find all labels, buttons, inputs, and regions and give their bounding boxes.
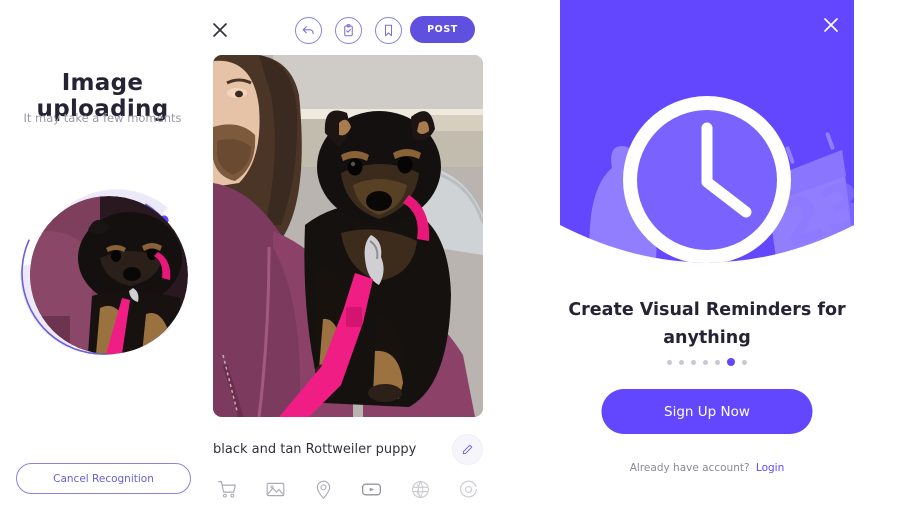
- onboarding-panel: 23 Create Visual Reminders for anything …: [510, 0, 904, 512]
- bookmark-icon[interactable]: [375, 17, 402, 44]
- post-toolbar: POST: [205, 0, 510, 56]
- pagination-dot[interactable]: [667, 359, 672, 365]
- post-photo[interactable]: [213, 55, 483, 417]
- edit-caption-button[interactable]: [452, 433, 483, 465]
- app-root: Image uploading It may take a few moment…: [0, 0, 904, 512]
- pagination-dot[interactable]: [742, 359, 747, 365]
- post-panel: POST black and tan Rottweiler puppy: [205, 0, 510, 512]
- close-icon[interactable]: [210, 20, 230, 40]
- post-button-label: POST: [427, 24, 458, 35]
- pagination-dot[interactable]: [703, 359, 708, 365]
- cancel-recognition-button[interactable]: Cancel Recognition: [16, 463, 191, 494]
- video-icon[interactable]: [360, 478, 383, 505]
- pencil-icon: [462, 444, 473, 454]
- pagination-dot[interactable]: [715, 359, 720, 365]
- pagination-dot[interactable]: [679, 359, 684, 365]
- undo-icon[interactable]: [295, 17, 322, 44]
- globe-icon[interactable]: [410, 479, 431, 504]
- login-prompt-text: Already have account?: [629, 462, 750, 474]
- post-button[interactable]: POST: [410, 16, 475, 43]
- onboarding-hero: 23: [560, 0, 854, 285]
- upload-progress-ring: [8, 178, 198, 368]
- post-tools-row: [213, 474, 483, 508]
- login-row: Already have account? Login: [510, 462, 904, 474]
- signup-button[interactable]: Sign Up Now: [601, 389, 813, 434]
- pagination-dots: [510, 358, 904, 366]
- upload-panel: Image uploading It may take a few moment…: [0, 0, 205, 512]
- cancel-recognition-label: Cancel Recognition: [53, 472, 154, 485]
- caption-text: black and tan Rottweiler puppy: [213, 441, 417, 457]
- post-action-icons: [295, 17, 402, 44]
- caption-row: black and tan Rottweiler puppy: [213, 428, 483, 470]
- clipboard-check-icon[interactable]: [335, 17, 362, 44]
- close-icon[interactable]: [822, 16, 840, 34]
- alarm-clock-illustration: 23: [560, 0, 854, 263]
- camera-icon[interactable]: [458, 479, 479, 504]
- upload-thumbnail: [30, 196, 188, 354]
- cart-icon[interactable]: [217, 479, 238, 504]
- pagination-dot-active[interactable]: [727, 358, 735, 366]
- pagination-dot[interactable]: [691, 359, 696, 365]
- signup-button-label: Sign Up Now: [664, 403, 750, 420]
- location-pin-icon[interactable]: [313, 479, 334, 504]
- onboarding-title: Create Visual Reminders for anything: [568, 300, 846, 348]
- image-icon[interactable]: [265, 479, 286, 504]
- page-subtitle: It may take a few moments: [23, 111, 182, 125]
- login-link[interactable]: Login: [756, 462, 784, 474]
